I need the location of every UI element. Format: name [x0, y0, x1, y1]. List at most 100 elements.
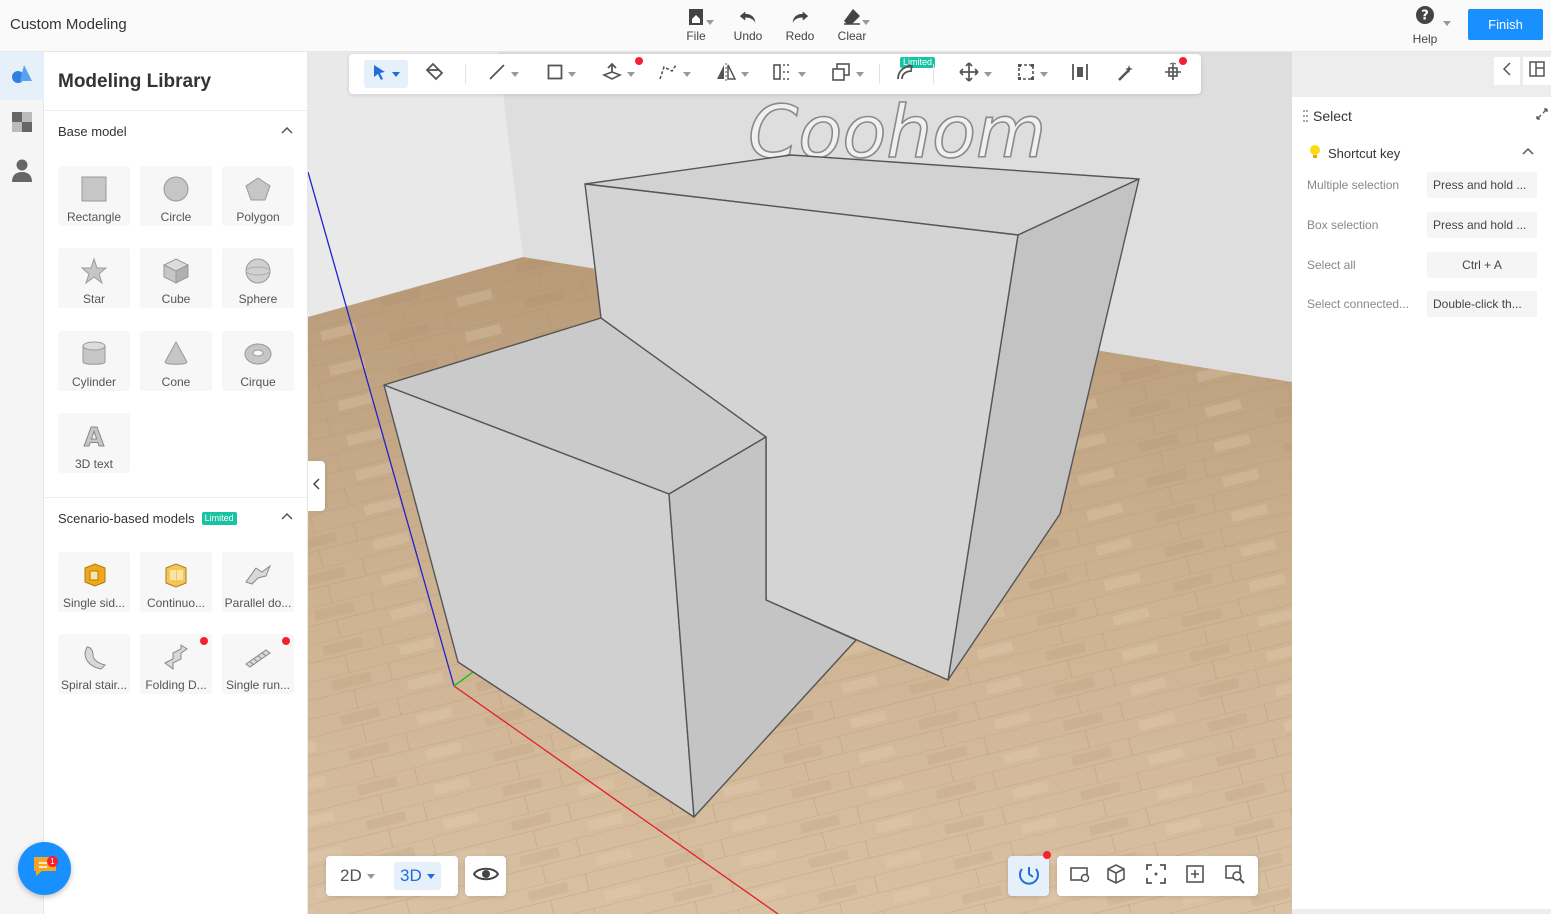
shortcut-label: Box selection [1307, 218, 1379, 232]
top-bar: Custom Modeling File Undo Redo Clear ? H… [0, 0, 1551, 52]
cone-model[interactable]: Cone [140, 331, 212, 391]
rectangle-draw-tool[interactable] [541, 60, 581, 88]
redo-button[interactable]: Redo [774, 4, 826, 46]
align-tool[interactable] [1068, 60, 1092, 88]
zoom-window-button[interactable] [1223, 864, 1247, 888]
chevron-up-icon[interactable] [280, 510, 296, 526]
layout-icon [1529, 60, 1545, 82]
collapse-library-button[interactable] [308, 461, 325, 511]
divider [44, 110, 308, 111]
rail-user[interactable] [0, 148, 44, 196]
fit-view-button[interactable] [1144, 863, 1168, 888]
path-follow-icon [658, 63, 678, 86]
path-follow-tool[interactable] [654, 60, 694, 88]
folding-stair-icon [161, 642, 191, 672]
rail-modeling-library[interactable] [0, 52, 44, 100]
eye-icon [472, 865, 499, 888]
item-label: Continuo... [146, 596, 206, 610]
sphere-model[interactable]: Sphere [222, 248, 294, 308]
star-model[interactable]: Star [58, 248, 130, 308]
cirque-model[interactable]: Cirque [222, 331, 294, 391]
chevron-down-icon [1039, 71, 1048, 77]
undo-label: Undo [733, 29, 763, 43]
single-side-stair-model[interactable]: Single sid... [58, 552, 130, 612]
limited-tool[interactable] [894, 60, 918, 88]
snap-toggle-button[interactable] [1008, 856, 1049, 896]
3d-viewport[interactable]: Coohom [308, 52, 1292, 914]
file-label: File [686, 29, 706, 43]
spiral-stair-icon [79, 642, 109, 672]
zoom-window-icon [1225, 864, 1245, 889]
3d-text-model[interactable]: A 3D text [58, 413, 130, 473]
scene-canvas: Coohom [308, 52, 1292, 914]
modeling-library-panel: Modeling Library Base model Rectangle Ci… [44, 52, 308, 914]
clear-button[interactable]: Clear [826, 4, 878, 46]
sphere-icon [243, 256, 273, 286]
visibility-button[interactable] [465, 856, 506, 896]
zoom-selection-button[interactable] [1183, 864, 1207, 888]
toolbar-divider [879, 64, 880, 84]
spiral-stair-model[interactable]: Spiral stair... [58, 634, 130, 694]
undo-button[interactable]: Undo [722, 4, 774, 46]
rectangle-model[interactable]: Rectangle [58, 166, 130, 226]
cylinder-model[interactable]: Cylinder [58, 331, 130, 391]
select-properties-panel: Select Shortcut key Multiple selection P… [1292, 97, 1551, 909]
paint-bucket-icon [425, 62, 445, 86]
rail-material[interactable] [0, 100, 44, 148]
select-tool[interactable] [364, 60, 408, 88]
view-3d-button[interactable]: 3D [394, 862, 441, 890]
circle-model[interactable]: Circle [140, 166, 212, 226]
move-icon [958, 61, 979, 87]
finish-button[interactable]: Finish [1468, 9, 1543, 40]
cube-icon [1106, 863, 1126, 889]
base-model-label: Base model [58, 124, 127, 139]
snap-magnet-icon [1018, 863, 1040, 890]
magic-wand-tool[interactable] [1115, 60, 1139, 88]
collapse-right-panel-button[interactable] [1494, 57, 1520, 85]
help-button[interactable]: ? Help [1405, 4, 1445, 46]
array-tool[interactable] [769, 60, 809, 88]
chevron-down-icon [682, 71, 691, 77]
continuous-model[interactable]: Continuo... [140, 552, 212, 612]
file-menu-button[interactable]: File [670, 4, 722, 46]
copy-tool[interactable] [827, 60, 867, 88]
mirror-tool[interactable] [712, 60, 752, 88]
parallel-door-model[interactable]: Parallel do... [222, 552, 294, 612]
cirque-icon [243, 339, 273, 369]
chevron-up-icon[interactable] [1521, 145, 1537, 161]
shortcut-value: Press and hold ... [1427, 172, 1537, 198]
view-2d-button[interactable]: 2D [334, 862, 381, 890]
item-label: Cylinder [71, 375, 116, 389]
chevron-down-icon [366, 873, 375, 879]
push-pull-tool[interactable] [598, 60, 638, 88]
view-cube-button[interactable] [1104, 863, 1128, 889]
select-arrow-icon [373, 64, 387, 85]
cube-model[interactable]: Cube [140, 248, 212, 308]
toolbar-divider [933, 64, 934, 84]
rectangle-icon [79, 174, 109, 204]
svg-text:A: A [84, 423, 104, 450]
file-icon [686, 7, 706, 27]
camera-settings-button[interactable] [1068, 864, 1092, 888]
new-indicator-dot [1179, 57, 1187, 65]
line-icon [488, 63, 506, 86]
magic-wand-icon [1117, 62, 1137, 87]
chevron-down-icon [706, 20, 714, 25]
chat-support-button[interactable] [18, 842, 71, 895]
expand-icon[interactable] [1536, 107, 1548, 120]
drag-handle-icon[interactable] [1303, 109, 1308, 123]
chevron-down-icon[interactable] [1443, 21, 1451, 26]
layout-toggle-button[interactable] [1523, 57, 1551, 85]
polygon-model[interactable]: Polygon [222, 166, 294, 226]
chevron-down-icon [862, 20, 870, 25]
item-label: Star [82, 292, 105, 306]
help-icon: ? [1415, 5, 1435, 30]
paint-tool[interactable] [423, 60, 447, 88]
view-2d-label: 2D [340, 866, 362, 885]
line-tool[interactable] [483, 60, 523, 88]
chevron-down-icon [567, 71, 576, 77]
chevron-up-icon[interactable] [280, 124, 296, 140]
move-tool[interactable] [955, 60, 995, 88]
scale-tool[interactable] [1012, 60, 1052, 88]
shortcut-key-section: Shortcut key [1308, 144, 1400, 163]
